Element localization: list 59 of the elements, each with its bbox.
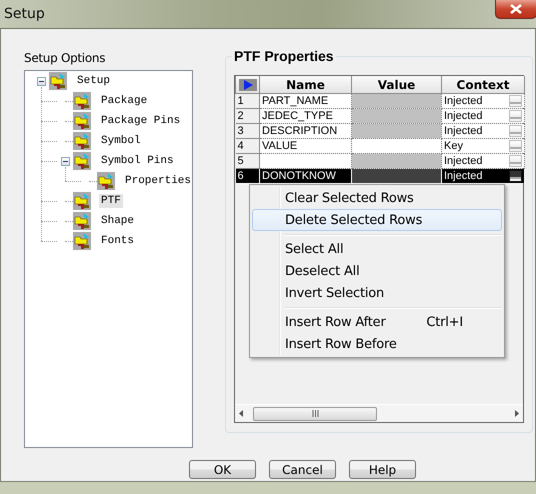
folder-icon [73,212,91,230]
collapse-icon[interactable] [60,156,70,166]
folder-icon [73,132,91,150]
tree-item[interactable]: Setup [75,74,112,88]
folder-icon [49,72,67,90]
table-cell[interactable]: JEDEC_TYPE [260,108,352,124]
folder-icon [73,92,91,110]
tree-item[interactable]: Shape [99,214,136,228]
close-icon [510,4,522,14]
group-title: PTF Properties [233,48,335,64]
folder-icon [73,112,91,130]
tree-item[interactable]: Properties [123,174,194,188]
menu-item[interactable]: Select All [252,238,502,260]
menu-item[interactable]: Clear Selected Rows [252,187,502,209]
collapse-icon[interactable] [36,76,46,86]
tree-item[interactable]: Package [99,94,150,108]
column-header[interactable]: Value [352,76,442,94]
scrollbar-thumb[interactable] [253,406,377,420]
close-button[interactable] [495,0,536,19]
row-number[interactable]: 5 [236,154,260,168]
shortcut-label: Ctrl+I [426,314,463,330]
scroll-left-icon [239,410,243,417]
folder-icon [73,152,91,170]
folder-icon [73,232,91,250]
table-cell[interactable]: VALUE [260,138,352,154]
table-cell[interactable]: PART_NAME [260,94,352,108]
menu-item[interactable]: Insert Row After Ctrl+I [252,311,502,333]
tree-item[interactable]: Symbol Pins [99,154,176,168]
dialog-button[interactable]: Cancel [269,460,336,479]
table-cell[interactable]: Key [444,140,463,152]
row-number[interactable]: 2 [236,108,260,124]
row-number[interactable]: 4 [236,138,260,154]
row-number[interactable]: 1 [236,94,260,108]
row-number[interactable]: 6 [236,168,260,184]
tree-item[interactable]: PTF [99,194,123,208]
dialog-button[interactable]: Help [349,460,416,479]
tree-item[interactable]: Package Pins [99,114,182,128]
table-cell[interactable]: DONOTKNOW [260,168,352,184]
tree-item[interactable]: Fonts [99,234,136,248]
column-header[interactable]: Name [260,76,352,94]
folder-icon [97,172,115,190]
table-cell[interactable]: DESCRIPTION [260,124,352,138]
horizontal-scrollbar[interactable] [235,404,523,422]
menu-item[interactable]: Insert Row Before [252,333,502,355]
column-header[interactable]: Context [442,76,524,94]
pointer-icon [238,78,256,90]
folder-icon [73,192,91,210]
dialog-button[interactable]: OK [189,460,256,479]
menu-item[interactable]: Invert Selection [252,282,502,304]
tree-item[interactable]: Symbol [99,134,143,148]
panel-label: Setup Options [24,51,106,65]
row-number[interactable]: 3 [236,124,260,138]
dropdown-button[interactable] [509,170,522,182]
window-title: Setup [4,6,45,22]
table-cell[interactable] [260,154,352,168]
scroll-right-icon [515,410,519,417]
menu-item[interactable]: Deselect All [252,260,502,282]
menu-item[interactable]: Delete Selected Rows [252,209,502,231]
table-cell[interactable] [352,138,442,154]
